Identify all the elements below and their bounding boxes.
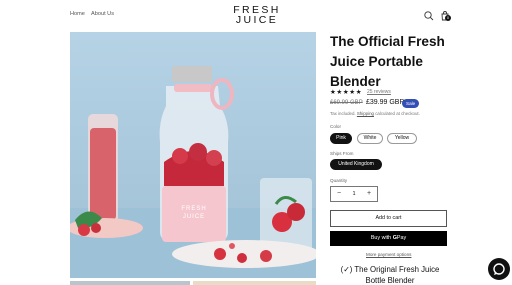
color-label: Color <box>330 124 341 129</box>
gpay-suffix: Pay <box>396 235 407 241</box>
logo-line-2: JUICE <box>235 14 279 26</box>
rating-stars-icon: ★★★★★ <box>330 89 363 96</box>
quantity-label: Quantity <box>330 178 348 183</box>
ships-from-label: Ships From <box>330 151 354 156</box>
quantity-stepper: − 1 + <box>330 186 378 202</box>
add-to-cart-button[interactable]: Add to cart <box>330 210 447 227</box>
color-option-pink[interactable]: Pink <box>330 133 352 144</box>
quantity-increase-button[interactable]: + <box>362 187 376 201</box>
product-main-image[interactable]: FRESH JUICE <box>70 32 316 278</box>
product-title: The Official Fresh Juice Portable Blende… <box>330 34 445 89</box>
shipping-link[interactable]: Shipping <box>357 111 374 116</box>
sale-price: £39.99 GBP <box>366 99 405 106</box>
color-option-yellow[interactable]: Yellow <box>387 133 417 144</box>
gallery-thumbnail[interactable] <box>193 281 316 285</box>
google-pay-button[interactable]: Buy with GPay <box>330 231 447 246</box>
sale-badge: Sale <box>402 99 420 108</box>
gallery-thumbnail[interactable] <box>70 281 190 285</box>
subheading-line-1: (✓) The Original Fresh Juice <box>340 265 440 274</box>
nav-home-link[interactable]: Home <box>70 11 85 17</box>
cart-count-badge: 0 <box>445 15 451 21</box>
chat-bubble-icon <box>493 263 505 275</box>
site-logo[interactable]: FRESH JUICE <box>226 5 288 26</box>
regular-price: £69.99 GBP <box>330 100 363 106</box>
reviews-link[interactable]: 25 reviews <box>367 89 391 95</box>
quantity-input[interactable]: 1 <box>345 187 363 201</box>
color-option-white[interactable]: White <box>357 133 383 144</box>
tax-suffix: calculated at checkout. <box>375 111 420 116</box>
tax-prefix: Tax included. <box>330 111 356 116</box>
ships-from-option-uk[interactable]: United Kingdom <box>330 159 382 170</box>
tax-note: Tax included. Shipping calculated at che… <box>330 111 420 116</box>
site-header: Home About Us FRESH JUICE 0 <box>0 0 512 30</box>
subheading-line-2: Bottle Blender <box>365 276 415 285</box>
search-icon[interactable] <box>423 9 435 21</box>
product-subheading: (✓) The Original Fresh Juice Bottle Blen… <box>335 264 445 285</box>
nav-about-link[interactable]: About Us <box>91 11 114 17</box>
chat-button[interactable] <box>488 258 510 280</box>
quantity-decrease-button[interactable]: − <box>332 187 346 201</box>
svg-text:JUICE: JUICE <box>183 214 205 220</box>
more-payment-options-link[interactable]: More payment options <box>366 252 411 257</box>
svg-text:FRESH: FRESH <box>181 206 206 212</box>
gpay-prefix: Buy with <box>370 235 392 241</box>
